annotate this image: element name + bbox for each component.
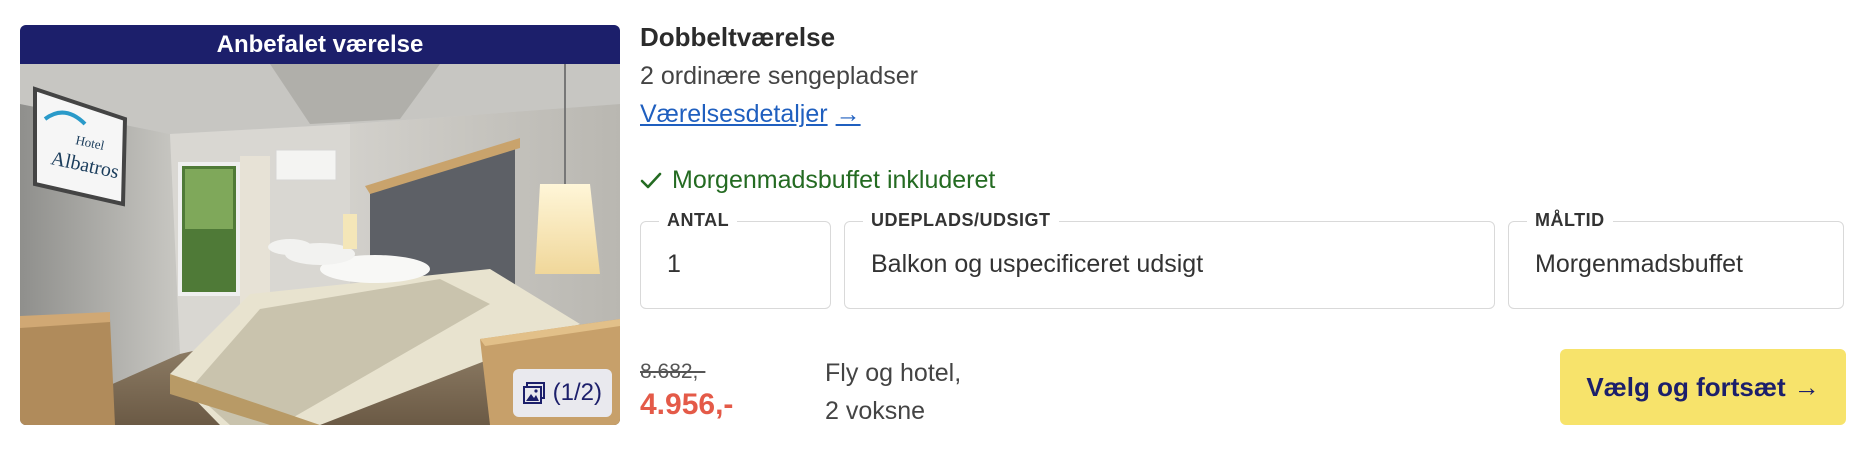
package-info: Fly og hotel, 2 voksne [825,354,961,430]
meal-select[interactable]: MÅLTID Morgenmadsbuffet [1508,210,1844,309]
arrow-right-icon: → [835,100,861,128]
gallery-icon [522,382,545,404]
quantity-value: 1 [667,250,681,278]
old-price: 8.682,- [640,360,706,383]
room-details-link[interactable]: Værelsesdetaljer → [640,100,861,129]
meal-value: Morgenmadsbuffet [1535,250,1743,278]
quantity-label: ANTAL [659,210,738,231]
room-beds: 2 ordinære sengepladser [640,62,918,90]
quantity-select[interactable]: ANTAL 1 [640,210,831,309]
room-title: Dobbeltværelse [640,22,836,52]
gallery-button[interactable]: (1/2) [512,369,612,417]
room-offer-card: Anbefalet værelse Hotel Albatros (1/2) D… [0,0,1868,458]
view-label: UDEPLADS/UDSIGT [863,210,1059,231]
gallery-counter: (1/2) [552,379,602,406]
meal-label: MÅLTID [1527,210,1613,231]
view-value: Balkon og uspecificeret udsigt [871,250,1204,278]
cta-label: Vælg og fortsæt [1586,371,1786,402]
room-image-panel[interactable]: Anbefalet værelse Hotel Albatros (1/2) [20,25,620,425]
room-details-link-label: Værelsesdetaljer [640,100,828,128]
new-price: 4.956,- [640,388,734,421]
package-line-1: Fly og hotel, [825,359,962,387]
package-line-2: 2 voksne [825,397,926,425]
benefit-label: Morgenmadsbuffet inkluderet [672,166,996,194]
select-and-continue-button[interactable]: Vælg og fortsæt → [1560,349,1846,425]
recommended-banner: Anbefalet værelse [20,25,620,64]
view-select[interactable]: UDEPLADS/UDSIGT Balkon og uspecificeret … [844,210,1495,309]
checkmark-icon [640,172,662,188]
breakfast-benefit: Morgenmadsbuffet inkluderet [640,166,995,195]
arrow-right-icon: → [1793,371,1820,402]
